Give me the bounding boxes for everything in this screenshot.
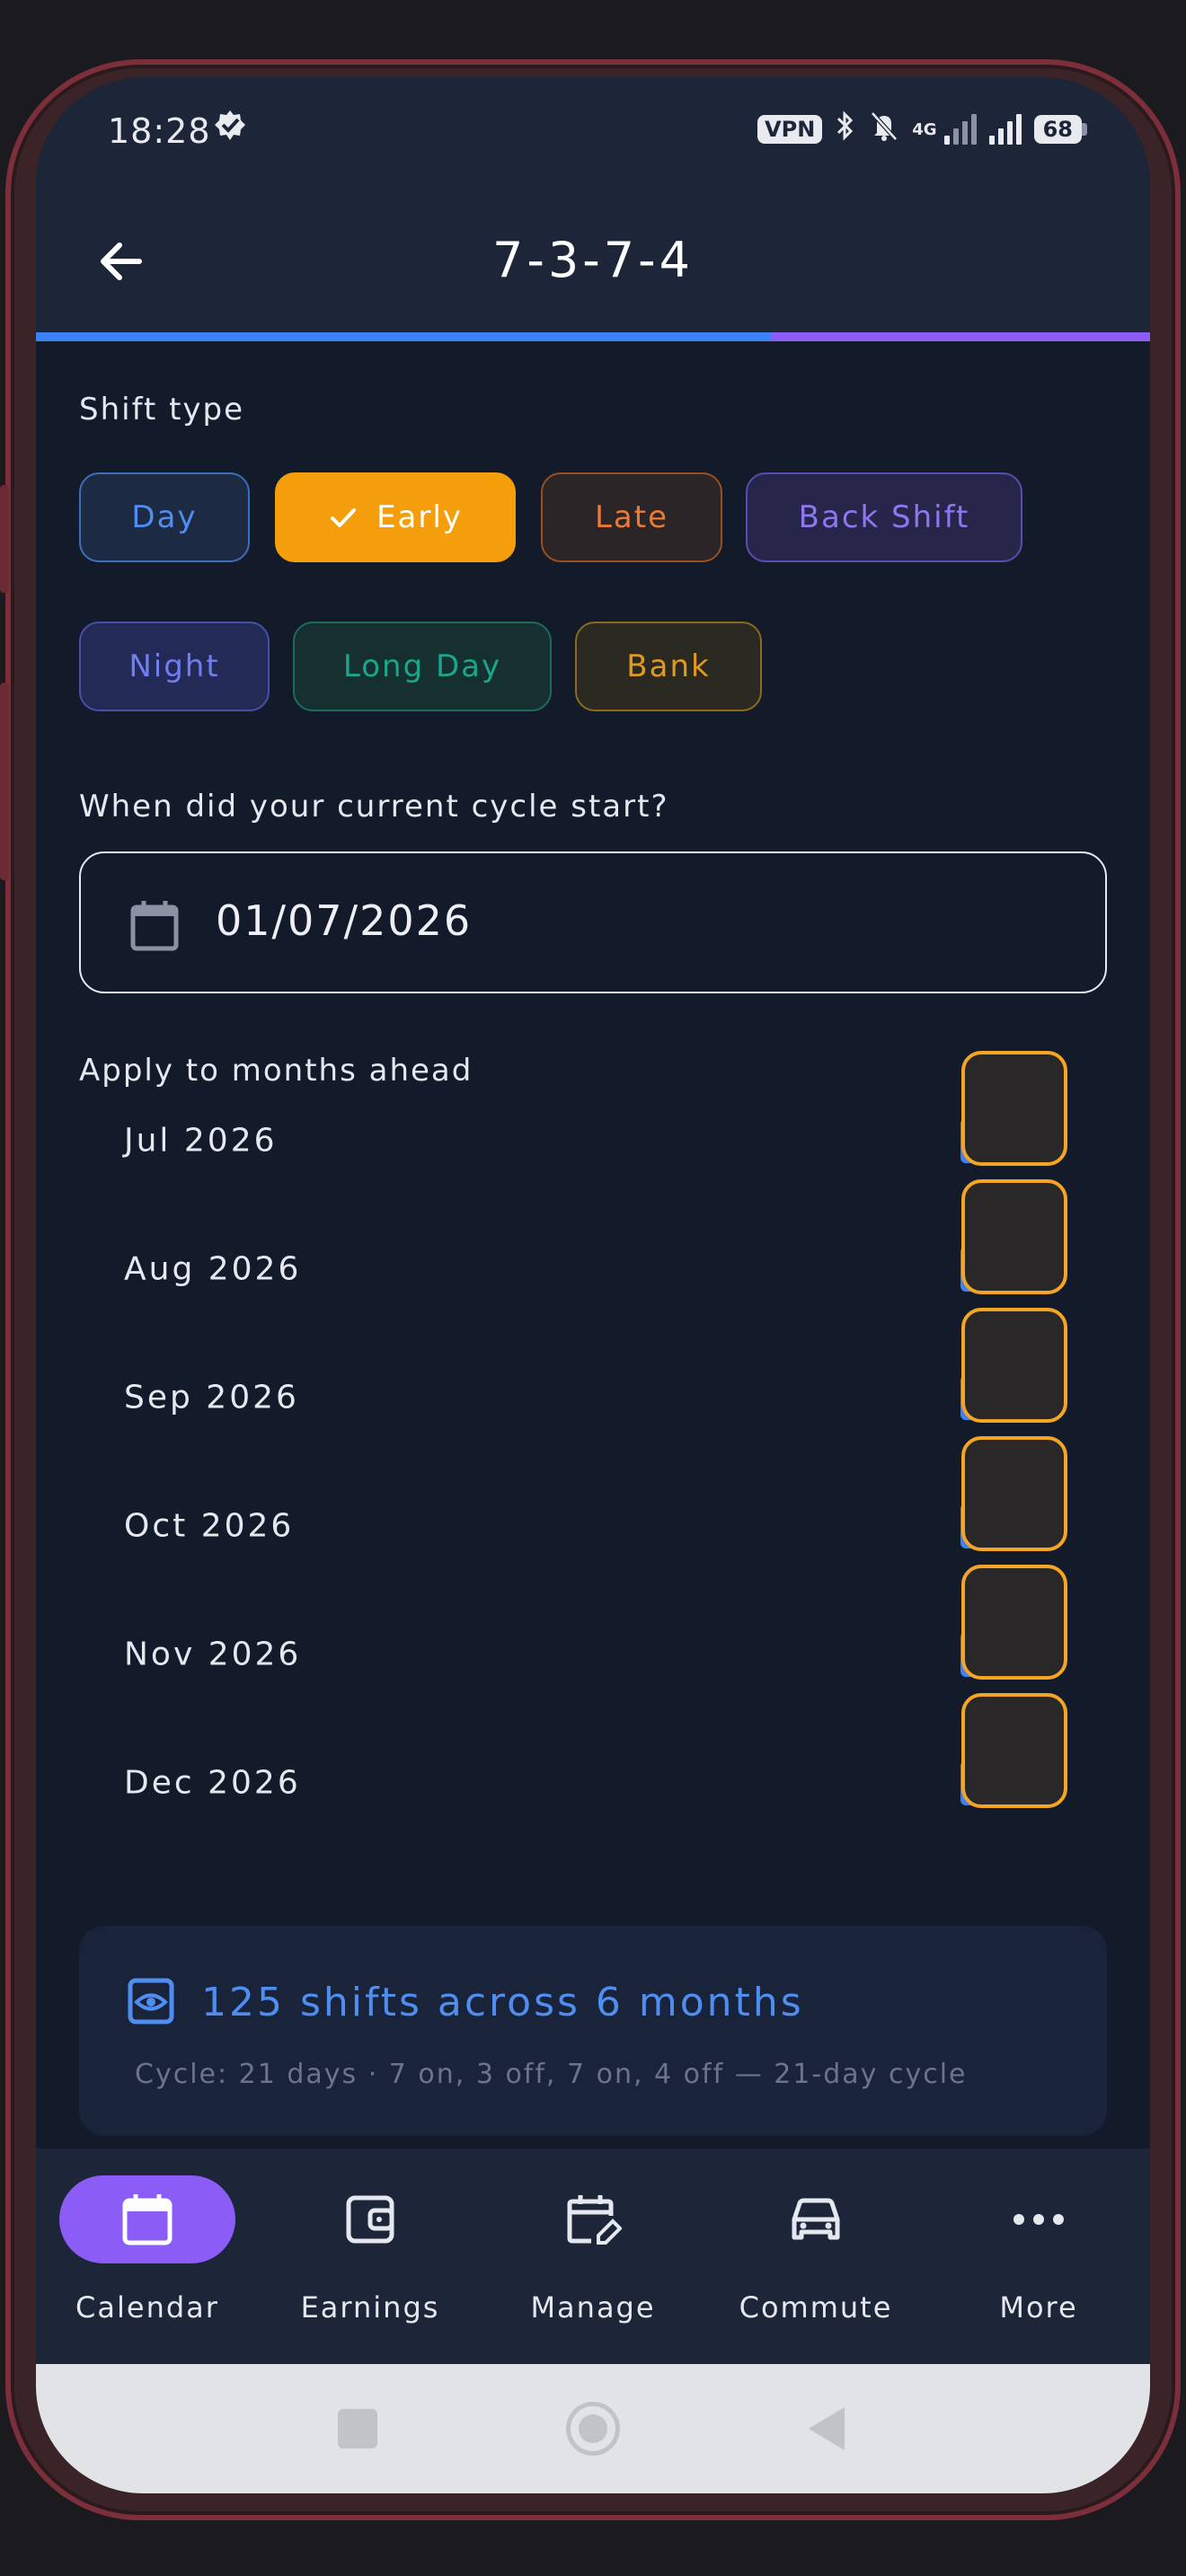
verified-check-icon [212,108,248,152]
month-label: Nov 2026 [124,1636,302,1672]
signal-icon [943,114,977,145]
nav-pill [951,2175,1127,2263]
nav-more[interactable]: More [927,2175,1150,2346]
month-label: Sep 2026 [124,1379,299,1416]
chip-label: Long Day [342,648,502,684]
bottom-nav: Calendar Earnings Manage Commute More [36,2148,1150,2364]
chip-bank[interactable]: Bank [575,622,762,711]
nav-pill [282,2175,458,2263]
highlight-box [961,1565,1067,1680]
progress-indicator [36,332,1150,341]
recents-button[interactable] [338,2409,377,2448]
signal-icon [988,114,1022,145]
car-icon [792,2198,840,2240]
nav-pill [59,2175,235,2263]
summary-card: 125 shifts across 6 months Cycle: 21 day… [79,1926,1107,2136]
nav-earnings[interactable]: Earnings [259,2175,482,2346]
month-label: Dec 2026 [124,1764,301,1801]
chip-long-day[interactable]: Long Day [293,622,552,711]
cycle-start-date-value: 01/07/2026 [216,896,473,945]
highlight-box [961,1308,1067,1423]
nav-pill [728,2175,904,2263]
calendar-icon [122,2194,173,2245]
chip-label: Back Shift [798,499,970,535]
bluetooth-icon [835,110,856,149]
chip-label: Early [376,499,463,535]
nav-label: Earnings [300,2290,440,2325]
wallet-icon [346,2195,394,2244]
nav-pill [505,2175,681,2263]
chip-late[interactable]: Late [541,472,722,562]
network-type: 4G [912,119,937,139]
more-icon [1013,2214,1064,2225]
summary-subtitle: Cycle: 21 days · 7 on, 3 off, 7 on, 4 of… [135,2059,968,2090]
system-nav-bar [36,2364,1150,2493]
app-bar: 7-3-7-4 [36,185,1150,338]
status-bar: 18:28 VPN 4G 68 [36,77,1150,185]
nav-label: More [999,2290,1078,2325]
chip-label: Bank [626,648,711,684]
chip-night[interactable]: Night [79,622,270,711]
battery-icon: 68 [1033,115,1087,144]
calendar-edit-icon [567,2195,622,2245]
page-title: 7-3-7-4 [492,232,694,288]
nav-manage[interactable]: Manage [482,2175,704,2346]
status-icons: VPN 4G 68 [757,110,1087,149]
phone-side-button [0,485,9,593]
cycle-start-label: When did your current cycle start? [79,789,669,825]
check-icon [331,508,357,527]
month-label: Jul 2026 [124,1122,278,1159]
highlight-box [961,1693,1067,1808]
preview-eye-icon [128,1978,174,2025]
chip-early[interactable]: Early [275,472,516,562]
status-time: 18:28 [108,111,211,151]
highlight-box [961,1179,1067,1294]
month-label: Aug 2026 [124,1250,302,1287]
nav-label: Manage [530,2290,656,2325]
nav-commute[interactable]: Commute [704,2175,927,2346]
highlight-box [961,1436,1067,1551]
phone-side-button [0,683,9,880]
calendar-icon [130,901,179,951]
vpn-badge: VPN [757,115,823,144]
chip-label: Late [594,499,669,535]
nav-calendar[interactable]: Calendar [36,2175,259,2346]
bell-muted-icon [869,110,899,149]
system-back-button[interactable] [809,2407,845,2450]
chip-label: Night [128,648,220,684]
chip-label: Day [131,499,198,535]
battery-level: 68 [1033,115,1082,144]
screen: 18:28 VPN 4G 68 7-3-7-4 Shift type Day E… [36,77,1150,2493]
chip-back-shift[interactable]: Back Shift [746,472,1022,562]
nav-label: Calendar [75,2290,219,2325]
chip-day[interactable]: Day [79,472,250,562]
shift-type-label: Shift type [79,392,245,428]
nav-label: Commute [739,2290,893,2325]
highlight-box [961,1051,1067,1166]
month-label: Oct 2026 [124,1507,295,1544]
home-button[interactable] [566,2402,620,2456]
summary-title: 125 shifts across 6 months [201,1980,804,2025]
cycle-start-date-field[interactable]: 01/07/2026 [79,851,1107,993]
